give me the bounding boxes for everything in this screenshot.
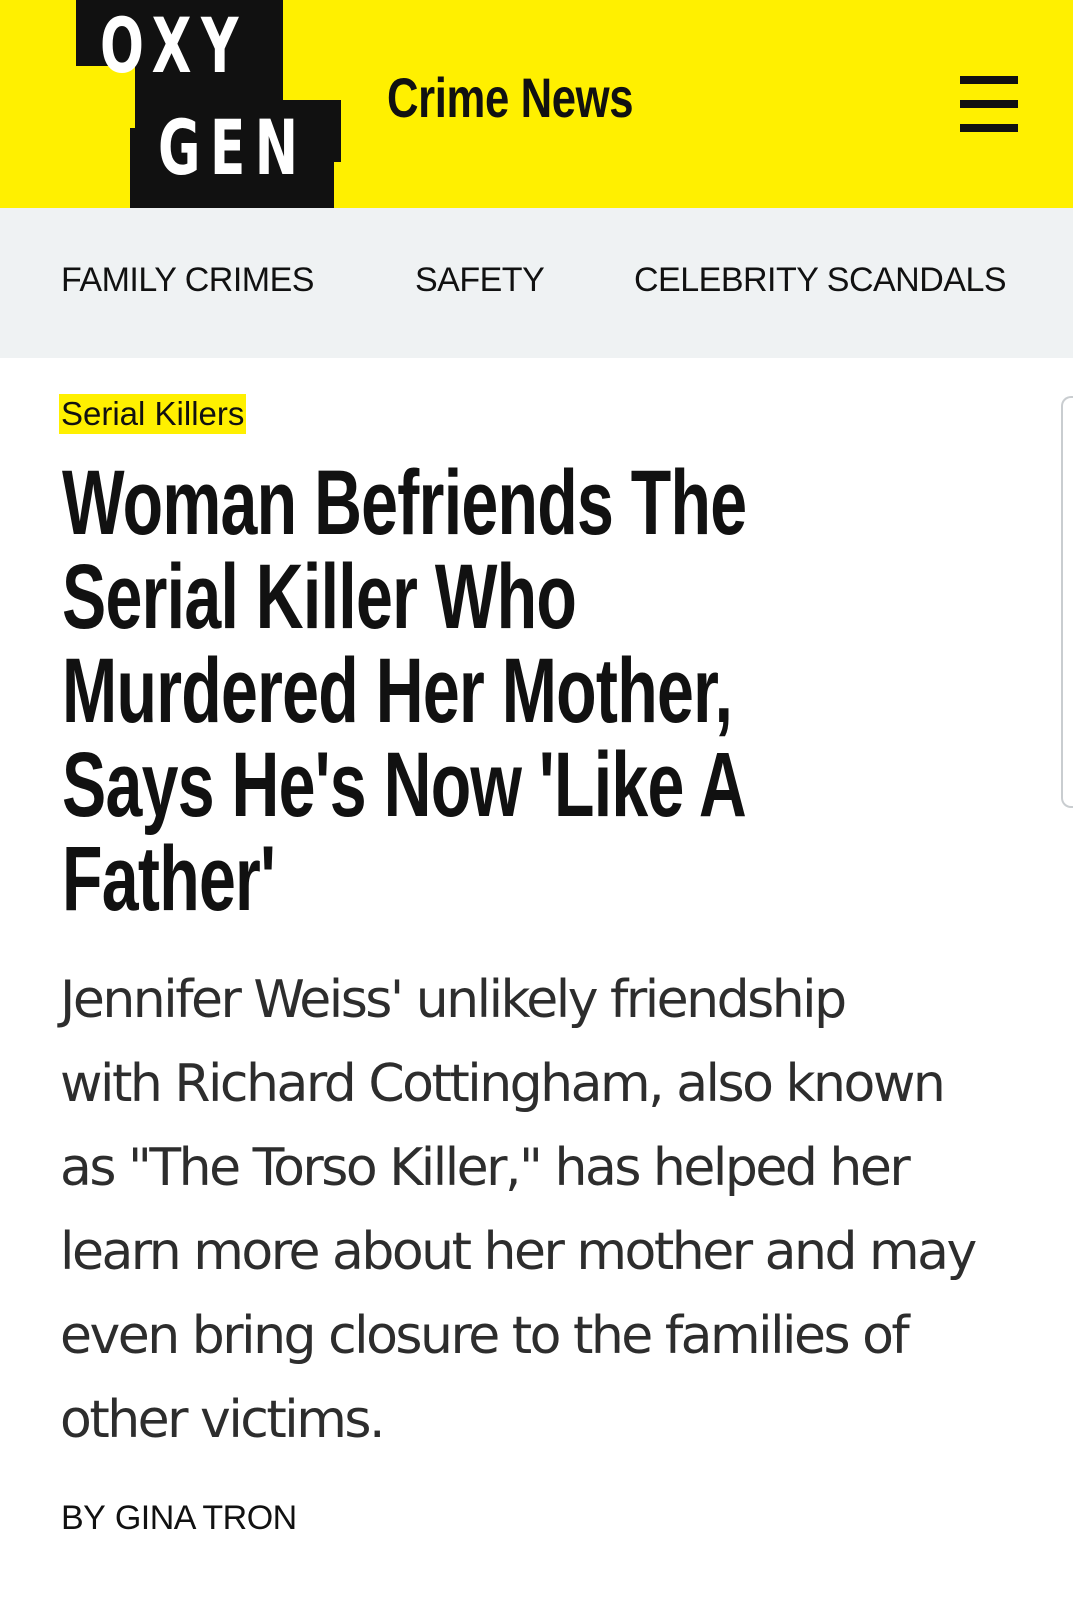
logo-text-bottom: GEN xyxy=(158,103,308,192)
article-summary: Jennifer Weiss' unlikely friendship with… xyxy=(60,958,1040,1462)
hamburger-menu-icon[interactable] xyxy=(956,74,1022,136)
summary-line: as "The Torso Killer," has helped her xyxy=(60,1138,911,1198)
section-title[interactable]: Crime News xyxy=(387,70,634,126)
article-category-tag[interactable]: Serial Killers xyxy=(59,394,247,434)
summary-line: learn more about her mother and may xyxy=(60,1222,977,1282)
headline-line: Woman Befriends The xyxy=(62,452,747,554)
menu-bar-top xyxy=(960,76,1018,84)
logo-text-top: OXY xyxy=(100,1,248,90)
article-headline: Woman Befriends The Serial Killer Who Mu… xyxy=(62,456,926,926)
article: Serial Killers Woman Befriends The Seria… xyxy=(0,358,1073,1607)
menu-bar-bottom xyxy=(960,124,1018,132)
article-byline: BY GINA TRON xyxy=(61,1498,297,1539)
scroll-edge-handle[interactable] xyxy=(1061,396,1073,808)
site-header: OXY GEN Crime News xyxy=(0,0,1073,208)
oxygen-logo[interactable]: OXY GEN xyxy=(0,0,360,208)
nav-item-safety[interactable]: SAFETY xyxy=(415,260,545,301)
headline-line: Says He's Now 'Like A xyxy=(62,734,747,836)
author-link[interactable]: GINA TRON xyxy=(115,1499,297,1537)
summary-line: other victims. xyxy=(60,1390,385,1450)
summary-line: even bring closure to the families of xyxy=(60,1306,910,1366)
byline-prefix: BY xyxy=(61,1499,106,1537)
summary-line: Jennifer Weiss' unlikely friendship xyxy=(60,970,847,1030)
nav-item-family-crimes[interactable]: FAMILY CRIMES xyxy=(61,260,314,301)
menu-bar-middle xyxy=(960,100,1018,108)
headline-line: Murdered Her Mother, xyxy=(62,640,733,742)
headline-line: Serial Killer Who xyxy=(62,546,577,648)
summary-line: with Richard Cottingham, also known xyxy=(60,1054,946,1114)
nav-item-celebrity-scandals[interactable]: CELEBRITY SCANDALS xyxy=(634,260,1007,301)
headline-line: Father' xyxy=(62,828,276,930)
category-nav: FAMILY CRIMES SAFETY CELEBRITY SCANDALS xyxy=(0,208,1073,358)
